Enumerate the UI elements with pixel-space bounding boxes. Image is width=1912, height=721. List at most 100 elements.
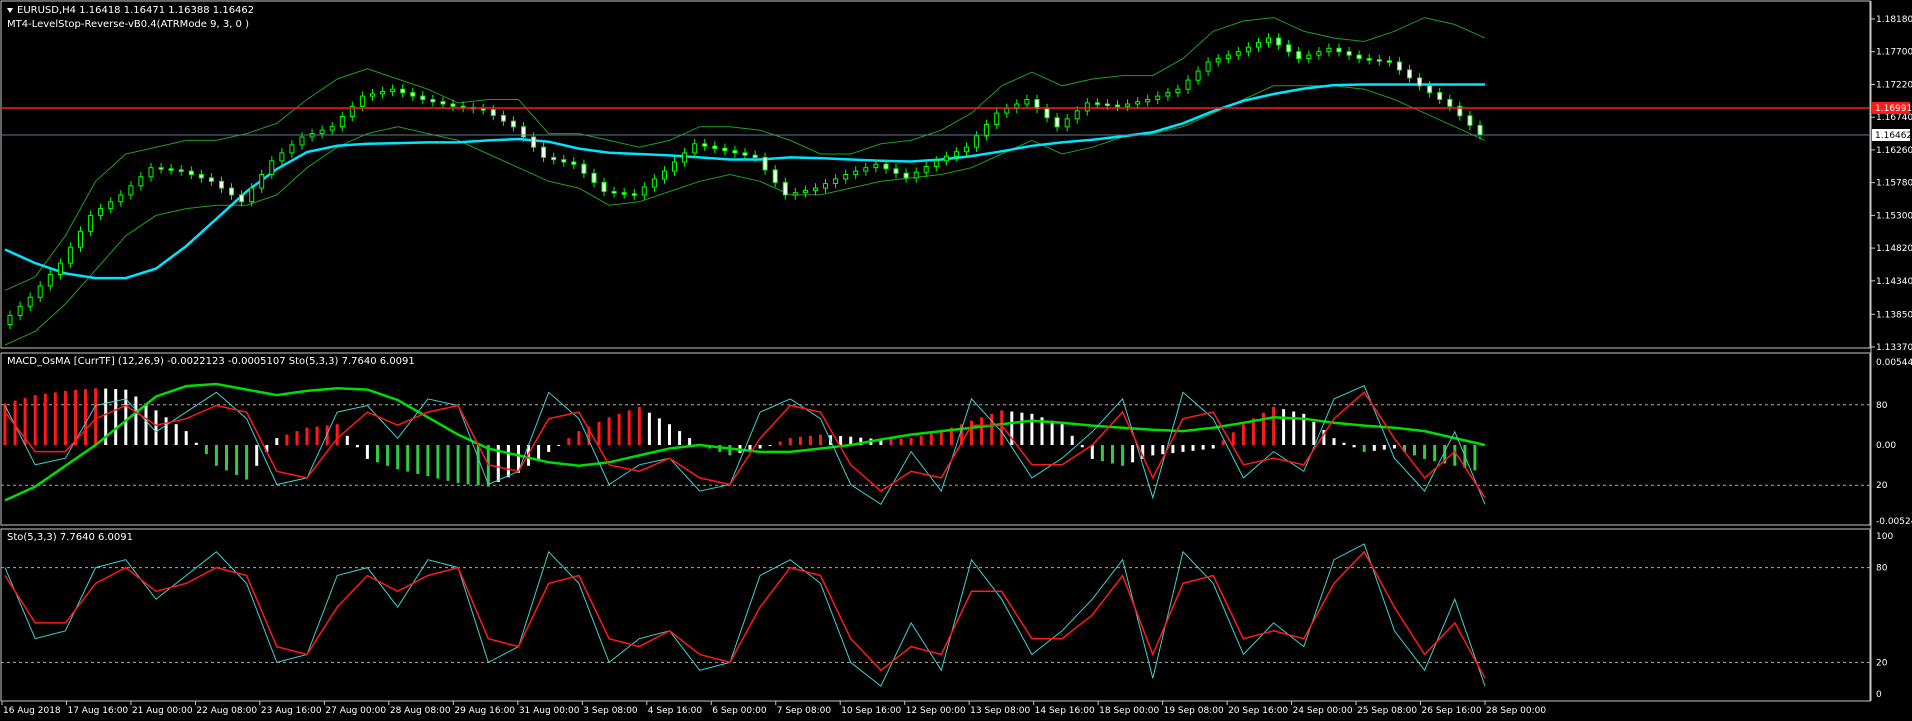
candle-body [27,296,33,307]
candle-body [581,163,587,174]
candle-body [500,114,506,122]
candle-body [319,129,325,135]
macd-histogram-bar [164,417,168,445]
macd-histogram-bar [406,445,410,472]
candle-body [1266,37,1271,44]
candle-body [289,144,295,154]
time-tick-label: 19 Sep 08:00 [1164,706,1224,716]
macd-histogram-bar [929,433,933,445]
candle-body [98,208,104,216]
candle-body [490,109,496,116]
candle-body [631,193,637,196]
time-tick-label: 23 Aug 16:00 [261,706,322,716]
macd-histogram-bar [1181,445,1185,452]
macd-histogram-bar [355,445,359,448]
macd-histogram-bar [567,438,571,445]
time-tick-label: 12 Sep 00:00 [906,706,966,716]
macd-tick-label: 80 [1876,401,1888,411]
macd-histogram-bar [688,438,692,445]
macd-histogram-bar [1131,445,1135,463]
macd-panel[interactable] [0,352,1871,526]
macd-histogram-bar [194,442,198,445]
macd-histogram-bar [184,431,188,445]
candle-body [1034,99,1040,110]
chart-stage: EURUSD,H4 1.16418 1.16471 1.16388 1.1646… [0,0,1912,716]
symbol-header: EURUSD,H4 1.16418 1.16471 1.16388 1.1646… [17,5,254,16]
candle-body [531,136,537,148]
price-axis: 1.18180 1.17700 1.17220 1.16740 1.16260 1.157… [1871,15,1912,353]
macd-histogram-bar [1100,445,1104,462]
macd-histogram-bar [1382,445,1386,450]
macd-histogram-bar [376,445,379,463]
macd-histogram-bar [43,393,47,445]
candle-body [37,285,43,298]
candle-body [239,194,245,203]
candle-body [843,174,849,180]
macd-histogram-bar [1312,421,1316,445]
macd-histogram-bar [386,445,390,466]
macd-histogram-bar [768,445,772,446]
candle-body [984,124,990,137]
candle-body [410,92,416,97]
macd-histogram-bar [1362,445,1366,452]
candle-body [933,160,939,168]
time-tick-label: 27 Aug 00:00 [325,706,386,716]
candle-body [772,169,778,183]
candle-body [1054,117,1060,128]
candle-body [863,167,869,172]
candle-body [359,95,365,107]
macd-histogram-bar [980,417,984,445]
candle-body [138,176,144,187]
candle-body [380,91,386,95]
candle-body [1477,124,1483,136]
price-tick-label: 1.15780 [1876,179,1912,189]
macd-histogram-bar [617,413,621,445]
macd-histogram-bar [678,431,682,445]
macd-histogram-bar [1020,412,1024,445]
macd-histogram-bar [33,395,37,445]
candle-body [672,161,677,172]
macd-histogram-bar [124,389,128,445]
price-tick-label: 1.18180 [1876,15,1912,25]
time-tick-label: 16 Aug 2018 [3,706,61,716]
candle-body [1125,103,1131,107]
candle-body [168,168,174,171]
macd-tick-label: -0.005244 [1876,517,1912,527]
macd-histogram-bar [1151,445,1155,456]
candle-body [702,143,708,147]
candle-body [148,167,154,178]
time-tick-label: 26 Sep 16:00 [1422,706,1482,716]
macd-histogram-bar [798,436,802,445]
macd-histogram-bar [990,413,994,445]
stochastic-panel[interactable] [0,528,1871,702]
macd-histogram-bar [476,445,480,486]
main-price-panel[interactable] [0,0,1871,349]
macd-histogram-bar [647,412,651,445]
macd-histogram-bar [1352,445,1356,448]
candle-body [329,126,335,131]
candle-body [1044,108,1050,119]
candle-body [1024,99,1030,105]
macd-tick-label: 0.00 [1876,441,1896,451]
candle-body [792,192,798,196]
time-tick-label: 28 Aug 08:00 [390,706,451,716]
time-tick-label: 17 Aug 16:00 [67,706,128,716]
candle-body [128,185,134,196]
candle-body [390,88,396,92]
time-tick-label: 25 Sep 08:00 [1357,706,1417,716]
candle-body [662,170,667,180]
macd-histogram-bar [245,445,249,480]
candle-body [440,101,446,105]
candle-body [571,161,577,165]
macd-histogram-bar [466,445,470,485]
candle-body [1185,79,1191,90]
macd-histogram-bar [1201,445,1205,450]
macd-histogram-bar [1070,435,1074,445]
candle-body [1165,92,1171,97]
candle-body [1074,110,1080,120]
stochastic-header: Sto(5,3,3) 7.7640 6.0091 [7,532,133,543]
macd-histogram-bar [1433,445,1437,462]
macd-histogram-bar [74,390,77,445]
time-tick-label: 4 Sep 16:00 [648,706,703,716]
macd-histogram-bar [1392,445,1396,449]
